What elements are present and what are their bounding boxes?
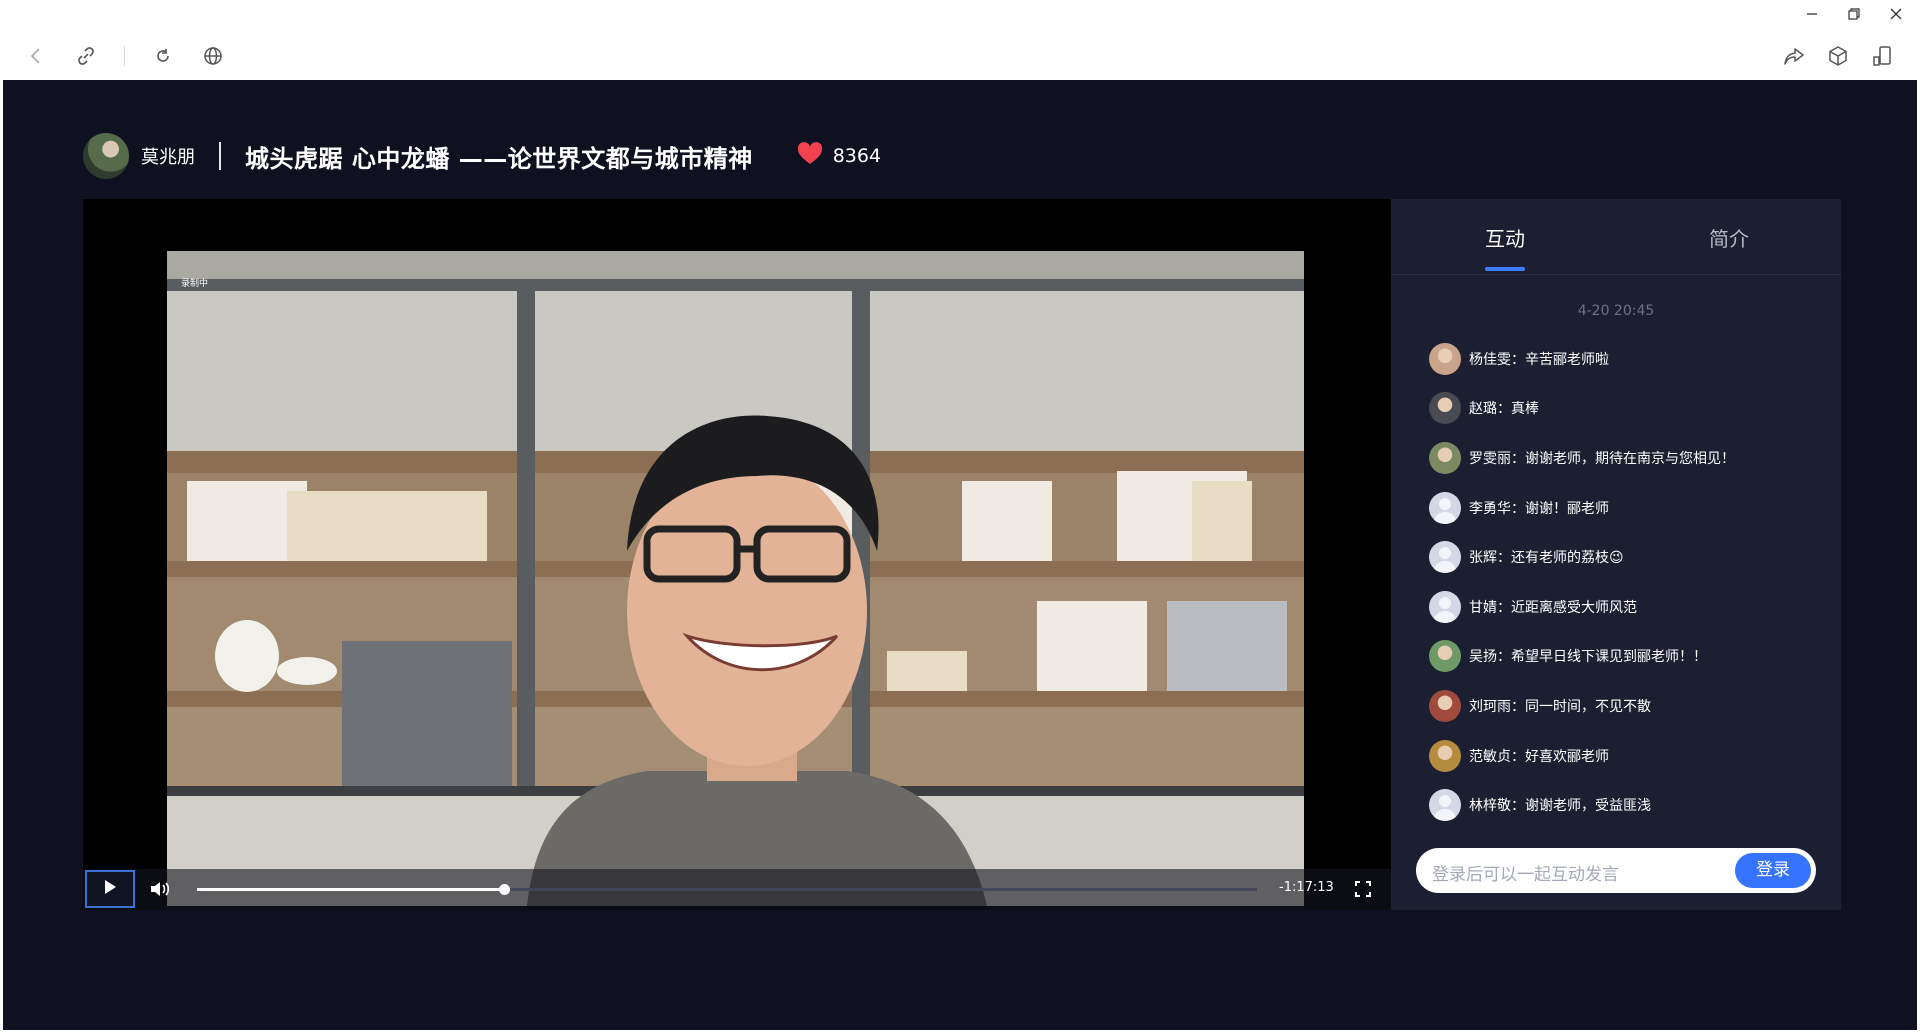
chat-message: 吴扬：希望早日线下课见到郦老师！！ bbox=[1429, 632, 1829, 682]
volume-button[interactable] bbox=[149, 879, 171, 903]
nav-toolbar bbox=[24, 44, 225, 68]
chat-message: 刘珂雨：同一时间，不见不散 bbox=[1429, 681, 1829, 731]
recording-tag: 录制中 bbox=[181, 277, 208, 289]
chat-message-list: 杨佳雯：辛苦郦老师啦 赵璐：真棒罗雯丽：谢谢老师，期待在南京与您相见！ 李勇华：谢谢… bbox=[1429, 334, 1829, 830]
close-icon[interactable] bbox=[1886, 4, 1906, 24]
player-controls: -1:17:13 bbox=[83, 869, 1391, 910]
share-icon[interactable] bbox=[1782, 44, 1806, 68]
chat-message-text: 甘婧：近距离感受大师风范 bbox=[1469, 599, 1637, 616]
chat-message: 李勇华：谢谢！郦老师 bbox=[1429, 483, 1829, 533]
host-name[interactable]: 莫兆朋 bbox=[141, 143, 195, 169]
chat-message: 罗雯丽：谢谢老师，期待在南京与您相见！ bbox=[1429, 433, 1829, 483]
user-avatar[interactable] bbox=[1429, 441, 1461, 474]
interaction-panel: 互动 简介 4-20 20:45 杨佳雯：辛苦郦老师啦 赵璐：真棒罗雯丽：谢谢老师… bbox=[1391, 199, 1841, 910]
tab-interaction[interactable]: 互动 bbox=[1485, 223, 1525, 252]
chat-message-text: 张辉：还有老师的荔枝😉 bbox=[1469, 550, 1624, 567]
window-chrome bbox=[0, 0, 1920, 80]
chat-message: 范敏贞：好喜欢郦老师 bbox=[1429, 731, 1829, 781]
refresh-icon[interactable] bbox=[151, 44, 175, 68]
active-tab-indicator bbox=[1485, 267, 1525, 271]
chat-message-text: 赵璐：真棒 bbox=[1469, 401, 1539, 418]
play-icon bbox=[103, 879, 117, 899]
minimize-icon[interactable] bbox=[1802, 4, 1822, 24]
chat-input-placeholder: 登录后可以一起互动发言 bbox=[1432, 865, 1619, 885]
chat-message-text: 范敏贞：好喜欢郦老师 bbox=[1469, 748, 1609, 765]
phone-icon[interactable] bbox=[1870, 44, 1894, 68]
user-avatar[interactable] bbox=[1429, 590, 1461, 623]
chat-message-text: 杨佳雯：辛苦郦老师啦 bbox=[1469, 351, 1609, 368]
user-avatar[interactable] bbox=[1429, 541, 1461, 574]
user-avatar[interactable] bbox=[1429, 789, 1461, 822]
time-remaining: -1:17:13 bbox=[1279, 880, 1334, 895]
heart-icon[interactable] bbox=[797, 142, 823, 170]
fullscreen-button[interactable] bbox=[1354, 880, 1372, 902]
video-scene: 录制中 bbox=[167, 251, 1304, 906]
chat-message: 张辉：还有老师的荔枝😉 bbox=[1429, 532, 1829, 582]
chat-message-text: 罗雯丽：谢谢老师，期待在南京与您相见！ bbox=[1469, 450, 1735, 467]
tab-intro[interactable]: 简介 bbox=[1709, 223, 1749, 252]
link-icon[interactable] bbox=[74, 44, 98, 68]
video-player[interactable]: 录制中 -1:17:13 bbox=[83, 199, 1391, 910]
play-button[interactable] bbox=[85, 870, 135, 908]
progress-track[interactable] bbox=[197, 884, 1257, 895]
user-avatar[interactable] bbox=[1429, 491, 1461, 524]
chat-message-text: 李勇华：谢谢！郦老师 bbox=[1469, 500, 1609, 517]
panel-tabs: 互动 简介 bbox=[1391, 199, 1841, 275]
progress-fill bbox=[197, 888, 505, 891]
chat-input[interactable]: 登录后可以一起互动发言 登录 bbox=[1416, 848, 1816, 893]
user-avatar[interactable] bbox=[1429, 342, 1461, 375]
live-page: 莫兆朋 城头虎踞 心中龙蟠 ——论世界文都与城市精神 8364 录制中 -1:1… bbox=[3, 80, 1917, 1030]
likes-count: 8364 bbox=[832, 145, 882, 167]
fullscreen-icon bbox=[1354, 881, 1372, 902]
user-avatar[interactable] bbox=[1429, 689, 1461, 722]
restore-icon[interactable] bbox=[1844, 4, 1864, 24]
chat-message-text: 刘珂雨：同一时间，不见不散 bbox=[1469, 698, 1651, 715]
user-avatar[interactable] bbox=[1429, 640, 1461, 673]
chat-message: 赵璐：真棒 bbox=[1429, 384, 1829, 434]
chat-message: 杨佳雯：辛苦郦老师啦 bbox=[1429, 334, 1829, 384]
volume-icon bbox=[149, 882, 171, 903]
chat-message: 林梓敬：谢谢老师，受益匪浅 bbox=[1429, 780, 1829, 830]
video-frame[interactable]: 录制中 bbox=[167, 251, 1304, 906]
window-controls bbox=[1802, 4, 1906, 24]
chat-message-text: 林梓敬：谢谢老师，受益匪浅 bbox=[1469, 798, 1651, 815]
like-counter[interactable]: 8364 bbox=[797, 142, 881, 170]
header-divider bbox=[219, 142, 221, 170]
globe-icon[interactable] bbox=[201, 44, 225, 68]
lecture-title: 城头虎踞 心中龙蟠 ——论世界文都与城市精神 bbox=[245, 144, 753, 173]
back-icon[interactable] bbox=[24, 44, 48, 68]
cube-icon[interactable] bbox=[1826, 44, 1850, 68]
progress-handle[interactable] bbox=[499, 884, 511, 895]
host-avatar[interactable] bbox=[83, 133, 129, 179]
lecture-header: 莫兆朋 城头虎踞 心中龙蟠 ——论世界文都与城市精神 8364 bbox=[83, 132, 881, 180]
chat-timestamp: 4-20 20:45 bbox=[1577, 303, 1655, 319]
chat-message-text: 吴扬：希望早日线下课见到郦老师！！ bbox=[1469, 649, 1707, 666]
login-button[interactable]: 登录 bbox=[1735, 853, 1811, 888]
toolbar-divider bbox=[124, 46, 125, 66]
user-avatar[interactable] bbox=[1429, 739, 1461, 772]
nav-toolbar-right bbox=[1782, 44, 1894, 68]
chat-message: 甘婧：近距离感受大师风范 bbox=[1429, 582, 1829, 632]
user-avatar[interactable] bbox=[1429, 392, 1461, 425]
